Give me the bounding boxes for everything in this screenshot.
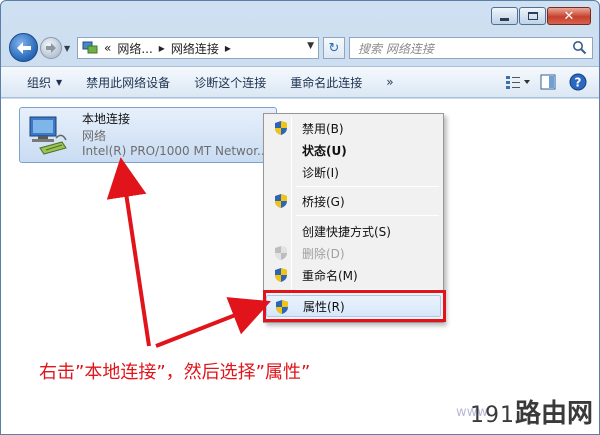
window-caption-buttons: ✕ [490, 7, 591, 25]
address-row: ▼ « 网络... ▸ 网络连接 ▸ ▼ ↻ 搜索 网络连接 [9, 33, 593, 63]
diagnose-label: 诊断这个连接 [194, 75, 267, 90]
menu-item-label: 桥接(G) [302, 194, 345, 209]
search-placeholder: 搜索 网络连接 [358, 41, 434, 56]
connection-network: 网络 [82, 129, 107, 143]
site-watermark: 191 路由网 [470, 393, 593, 430]
uac-shield-icon [275, 268, 287, 282]
address-bar[interactable]: « 网络... ▸ 网络连接 ▸ ▼ [77, 37, 319, 59]
close-icon: ✕ [563, 8, 575, 24]
search-input[interactable]: 搜索 网络连接 [349, 37, 593, 59]
network-folder-icon [82, 41, 98, 55]
menu-item-status[interactable]: 状态(U) [266, 139, 441, 161]
command-toolbar: 组织 ▼ 禁用此网络设备 诊断这个连接 重命名此连接 » ? [1, 66, 599, 98]
back-button[interactable] [9, 33, 38, 62]
menu-item-diagnose[interactable]: 诊断(I) [266, 161, 441, 183]
toolbar-right: ? [501, 67, 591, 97]
connection-name: 本地连接 [82, 112, 131, 126]
more-commands-button[interactable]: » [374, 67, 405, 97]
help-button[interactable]: ? [565, 71, 591, 93]
breadcrumb-network-connections[interactable]: 网络连接 [171, 40, 219, 57]
menu-separator [296, 186, 439, 187]
uac-shield-icon [275, 194, 287, 208]
maximize-icon [527, 12, 538, 20]
watermark-number: 191 [469, 403, 515, 428]
search-icon[interactable] [572, 40, 587, 55]
breadcrumb-separator[interactable]: ▸ [159, 41, 165, 55]
menu-item-label: 禁用(B) [302, 121, 344, 136]
minimize-icon [500, 17, 509, 21]
menu-item-create-shortcut[interactable]: 创建快捷方式(S) [266, 220, 441, 242]
forward-button[interactable] [40, 37, 62, 59]
menu-item-label: 重命名(M) [302, 268, 358, 283]
watermark-text: 路由网 [514, 399, 593, 429]
arrow-left-icon [16, 41, 31, 54]
organize-label: 组织 [27, 75, 52, 90]
breadcrumb-separator[interactable]: ▸ [225, 41, 231, 55]
organize-menu[interactable]: 组织 ▼ [15, 67, 74, 97]
refresh-icon: ↻ [328, 40, 340, 56]
rename-label: 重命名此连接 [290, 75, 363, 90]
close-button[interactable]: ✕ [547, 7, 591, 25]
view-list-icon [506, 76, 530, 89]
help-icon: ? [569, 73, 587, 91]
address-prefix[interactable]: « [104, 41, 111, 55]
menu-item-label: 删除(D) [302, 246, 345, 261]
svg-text:?: ? [575, 76, 582, 90]
refresh-button[interactable]: ↻ [323, 37, 345, 59]
more-commands-label: » [386, 75, 394, 89]
caret-down-icon: ▼ [56, 77, 63, 87]
local-connection-item[interactable]: 本地连接 网络 Intel(R) PRO/1000 MT Networ... [19, 107, 277, 163]
uac-shield-icon [275, 246, 287, 260]
explorer-window: ✕ ▼ « 网络... ▸ 网络连接 ▸ ▼ ↻ 搜索 网络连接 组织 ▼ 禁用… [0, 0, 600, 435]
disable-device-button[interactable]: 禁用此网络设备 [74, 67, 182, 97]
menu-item-delete: 删除(D) [266, 242, 441, 264]
menu-item-label: 创建快捷方式(S) [302, 224, 391, 239]
minimize-button[interactable] [491, 7, 518, 25]
preview-pane-button[interactable] [535, 71, 561, 93]
menu-separator [296, 215, 439, 216]
disable-device-label: 禁用此网络设备 [86, 75, 171, 90]
arrow-right-icon [46, 43, 56, 53]
uac-shield-icon [275, 121, 287, 135]
menu-item-bridge[interactable]: 桥接(G) [266, 190, 441, 212]
menu-item-label: 诊断(I) [302, 165, 339, 180]
highlight-box [263, 290, 446, 322]
network-adapter-icon [26, 114, 70, 158]
breadcrumb-network[interactable]: 网络... [117, 40, 152, 57]
rename-button[interactable]: 重命名此连接 [278, 67, 374, 97]
preview-pane-icon [540, 74, 556, 90]
menu-item-disable[interactable]: 禁用(B) [266, 117, 441, 139]
menu-item-label: 状态(U) [302, 143, 347, 158]
menu-item-rename[interactable]: 重命名(M) [266, 264, 441, 286]
maximize-button[interactable] [519, 7, 546, 25]
connection-device: Intel(R) PRO/1000 MT Networ... [82, 144, 269, 158]
diagnose-button[interactable]: 诊断这个连接 [182, 67, 278, 97]
view-options-button[interactable] [505, 71, 531, 93]
history-dropdown[interactable]: ▼ [64, 44, 70, 53]
instruction-annotation: 右击”本地连接”，然后选择”属性” [39, 362, 311, 383]
chevron-down-icon[interactable]: ▼ [307, 41, 314, 51]
